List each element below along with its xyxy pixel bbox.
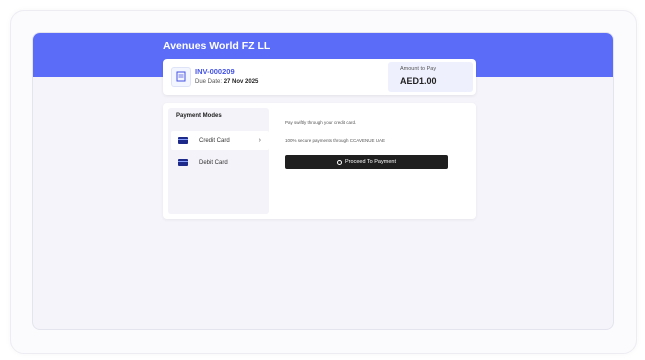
- debit-card-icon: [178, 159, 188, 166]
- due-date-label: Due Date:: [195, 79, 223, 85]
- invoice-number[interactable]: INV-000209: [195, 67, 235, 76]
- payment-mode-credit-card[interactable]: Credit Card ›: [171, 131, 269, 150]
- proceed-label: Proceed To Payment: [345, 159, 396, 165]
- merchant-name: Avenues World FZ LL: [163, 40, 271, 52]
- invoice-icon: [171, 67, 191, 87]
- clock-icon: [337, 159, 343, 165]
- amount-label: Amount to Pay: [400, 66, 437, 72]
- amount-value: AED1.00: [400, 76, 437, 86]
- payment-description: Pay swiftly through your credit card.: [285, 120, 357, 125]
- payment-mode-debit-card[interactable]: Debit Card: [171, 153, 269, 172]
- payment-modes-title: Payment Modes: [176, 113, 222, 119]
- payment-page: Avenues World FZ LL INV-000209 Due Date:…: [32, 32, 614, 330]
- proceed-to-payment-button[interactable]: Proceed To Payment: [285, 155, 448, 169]
- due-date: Due Date: 27 Nov 2025: [195, 79, 258, 85]
- invoice-summary-card: INV-000209 Due Date: 27 Nov 2025 Amount …: [163, 59, 476, 95]
- credit-card-icon: [178, 137, 188, 144]
- chevron-right-icon: ›: [258, 137, 261, 144]
- due-date-value: 27 Nov 2025: [223, 79, 259, 85]
- payment-modes-panel: Payment Modes Credit Card › Debit Card: [168, 108, 269, 214]
- amount-box: Amount to Pay AED1.00: [388, 62, 473, 92]
- payment-mode-label: Credit Card: [199, 137, 230, 144]
- secure-note: 100% secure payments through CCAVENUE UA…: [285, 138, 385, 143]
- payment-card: Payment Modes Credit Card › Debit Card P…: [163, 103, 476, 219]
- payment-mode-label: Debit Card: [199, 159, 228, 166]
